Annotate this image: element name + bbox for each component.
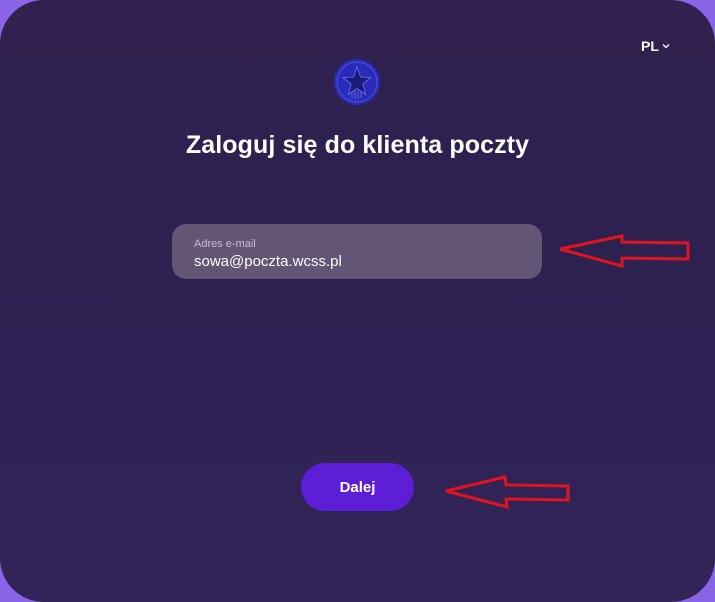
annotation-overlay <box>445 234 690 510</box>
arrow-to-next-button <box>445 475 570 510</box>
window-frame: PL Zaloguj się do klienta poczty Adres e… <box>0 0 715 602</box>
arrow-to-email-field <box>559 234 690 268</box>
